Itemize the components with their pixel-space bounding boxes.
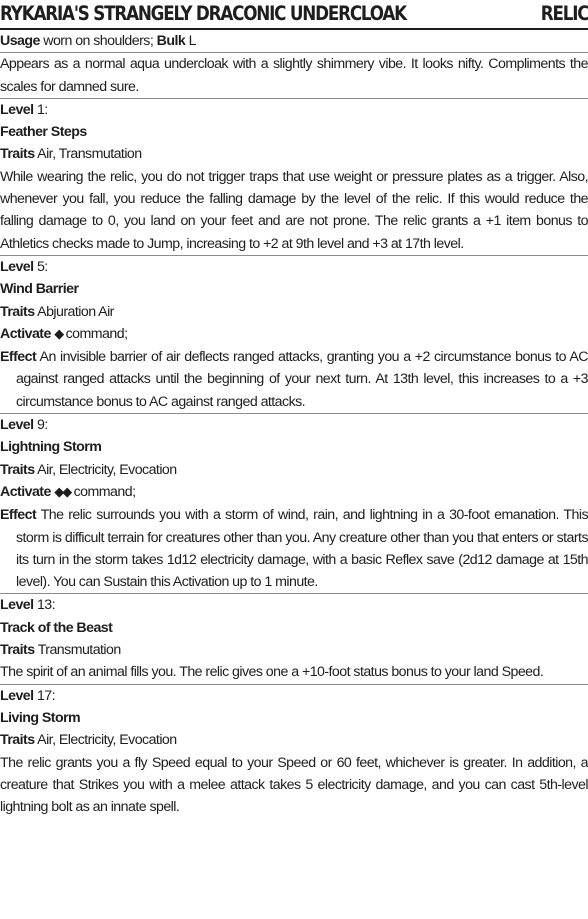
gift-name: Wind Barrier bbox=[0, 281, 79, 298]
traits-label: Traits bbox=[0, 303, 35, 320]
gift-level-value: 17: bbox=[36, 687, 56, 704]
gift-level-line: Level 17: bbox=[0, 685, 588, 707]
gift-level-value: 9: bbox=[36, 417, 48, 434]
level-label: Level bbox=[0, 101, 34, 118]
gift-level-line: Level 1: bbox=[0, 99, 588, 121]
traits-label: Traits bbox=[0, 146, 35, 163]
level-label: Level bbox=[0, 687, 34, 704]
level-label: Level bbox=[0, 417, 34, 434]
two-action-icon: ◆◆ bbox=[54, 484, 72, 500]
gift-traits: Air, Electricity, Evocation bbox=[37, 732, 177, 749]
item-description: Appears as a normal aqua undercloak with… bbox=[0, 56, 588, 95]
activate-label: Activate bbox=[0, 483, 51, 500]
gift-traits: Air, Transmutation bbox=[37, 146, 142, 163]
gift-activate-line: Activate ◆◆ command; bbox=[0, 481, 588, 504]
gift-name: Lightning Storm bbox=[0, 439, 102, 456]
single-action-icon: ◆ bbox=[54, 326, 64, 342]
effect-text: The relic surrounds you with a storm of … bbox=[16, 507, 588, 591]
gift-level-line: Level 13: bbox=[0, 594, 588, 616]
activate-text: command; bbox=[73, 483, 136, 500]
item-title: RYKARIA'S STRANGELY DRACONIC UNDERCLOAK bbox=[0, 2, 407, 25]
gift-traits: Air, Electricity, Evocation bbox=[37, 461, 177, 478]
gift-text: While wearing the relic, you do not trig… bbox=[0, 168, 588, 252]
effect-text: An invisible barrier of air deflects ran… bbox=[16, 349, 588, 410]
gift-traits-line: Traits Air, Transmutation bbox=[0, 143, 588, 165]
gift-name: Feather Steps bbox=[0, 124, 87, 141]
usage-value: worn on shoulders; bbox=[43, 33, 154, 49]
usage-line: Usage worn on shoulders; Bulk L bbox=[0, 30, 588, 52]
usage-label: Usage bbox=[0, 33, 40, 49]
item-type: RELIC bbox=[540, 2, 588, 25]
activate-label: Activate bbox=[0, 325, 51, 342]
stat-block-header: RYKARIA'S STRANGELY DRACONIC UNDERCLOAK … bbox=[0, 0, 588, 30]
bulk-label: Bulk bbox=[156, 33, 186, 49]
gift-level-line: Level 9: bbox=[0, 414, 588, 436]
gift-effect: Effect An invisible barrier of air defle… bbox=[0, 346, 588, 413]
activate-text: command; bbox=[65, 325, 128, 342]
effect-label: Effect bbox=[0, 349, 37, 366]
gift-level-value: 1: bbox=[36, 101, 48, 118]
gift-traits-line: Traits Abjuration Air bbox=[0, 301, 588, 323]
gift-traits-line: Traits Transmutation bbox=[0, 639, 588, 661]
gift-traits-line: Traits Air, Electricity, Evocation bbox=[0, 729, 588, 751]
level-label: Level bbox=[0, 597, 34, 614]
gift-text: The relic grants you a fly Speed equal t… bbox=[0, 754, 588, 816]
gift-text: The spirit of an animal fills you. The r… bbox=[0, 664, 544, 681]
gift-level-value: 5: bbox=[36, 258, 48, 275]
gift-effect: Effect The relic surrounds you with a st… bbox=[0, 504, 588, 593]
gift-name: Living Storm bbox=[0, 709, 81, 726]
gift-name: Track of the Beast bbox=[0, 619, 113, 636]
level-label: Level bbox=[0, 258, 34, 275]
gift-activate-line: Activate ◆ command; bbox=[0, 323, 588, 346]
gift-level-line: Level 5: bbox=[0, 256, 588, 278]
traits-label: Traits bbox=[0, 642, 35, 659]
bulk-value: L bbox=[188, 33, 197, 49]
gift-traits: Transmutation bbox=[37, 642, 122, 659]
gift-level-value: 13: bbox=[36, 597, 56, 614]
traits-label: Traits bbox=[0, 732, 35, 749]
gift-traits: Abjuration Air bbox=[37, 303, 114, 320]
traits-label: Traits bbox=[0, 461, 35, 478]
relic-stat-block: RYKARIA'S STRANGELY DRACONIC UNDERCLOAK … bbox=[0, 0, 588, 818]
effect-label: Effect bbox=[0, 507, 37, 524]
gift-traits-line: Traits Air, Electricity, Evocation bbox=[0, 459, 588, 481]
